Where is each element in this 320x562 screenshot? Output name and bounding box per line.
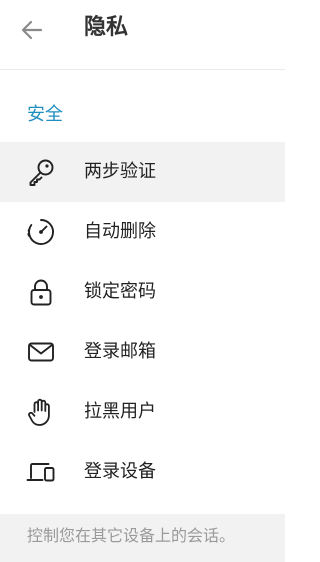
mail-icon [26, 337, 56, 367]
menu-item-login-email[interactable]: 登录邮箱 [0, 322, 285, 382]
timer-icon [26, 217, 56, 247]
menu-item-label: 登录设备 [84, 461, 156, 482]
section-footer: 控制您在其它设备上的会话。 [0, 514, 285, 562]
menu-item-active-sessions[interactable]: 登录设备 [0, 442, 285, 502]
menu-item-label: 两步验证 [84, 161, 156, 182]
menu-item-label: 拉黑用户 [84, 401, 156, 422]
menu-item-label: 锁定密码 [84, 281, 156, 302]
back-button[interactable] [14, 12, 50, 48]
menu-item-auto-delete[interactable]: 自动删除 [0, 202, 285, 262]
menu-item-label: 登录邮箱 [84, 341, 156, 362]
footer-hint: 控制您在其它设备上的会话。 [27, 526, 236, 545]
security-menu: 两步验证 自动删除 锁定密码 登录邮箱 拉黑用户 登录设备 [0, 142, 285, 502]
section-title-security: 安全 [27, 104, 63, 125]
devices-icon [26, 457, 56, 487]
menu-item-lock-passcode[interactable]: 锁定密码 [0, 262, 285, 322]
key-icon [26, 157, 56, 187]
lock-icon [26, 277, 56, 307]
page-title: 隐私 [84, 15, 129, 40]
arrow-left-icon [19, 17, 45, 43]
top-bar: 隐私 [0, 0, 285, 70]
privacy-screen: 隐私 安全 两步验证 自动删除 锁定密码 登录邮箱 拉黑用户 登录设备 控制您在… [0, 0, 285, 562]
menu-item-label: 自动删除 [84, 221, 156, 242]
menu-item-blocked-users[interactable]: 拉黑用户 [0, 382, 285, 442]
menu-item-two-step-verification[interactable]: 两步验证 [0, 142, 285, 202]
hand-icon [26, 397, 56, 427]
